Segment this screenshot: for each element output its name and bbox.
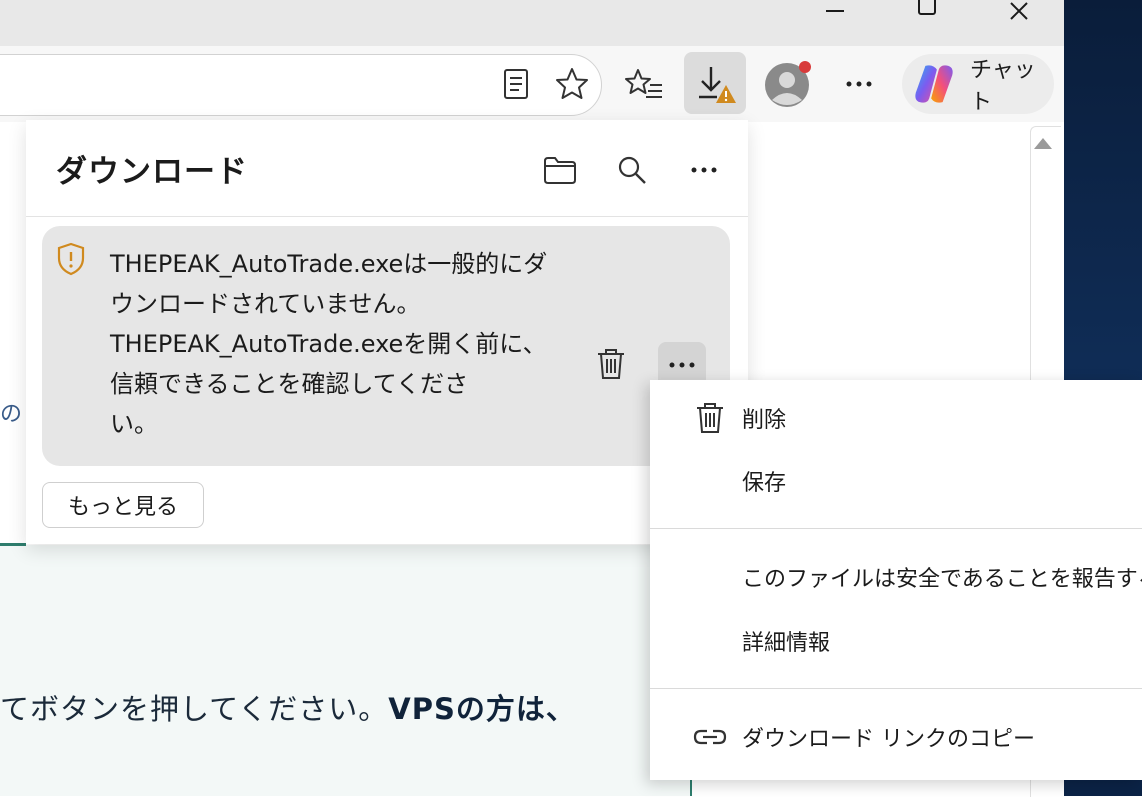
page-accent-line bbox=[0, 543, 26, 546]
minimize-button[interactable] bbox=[812, 0, 858, 22]
menu-item-delete[interactable]: 削除 bbox=[650, 390, 1142, 446]
downloads-title: ダウンロード bbox=[56, 154, 248, 190]
warning-line: い。 bbox=[110, 410, 158, 438]
profile-icon bbox=[765, 61, 811, 107]
search-icon bbox=[618, 156, 646, 184]
favorites-button[interactable] bbox=[620, 62, 668, 106]
trash-icon bbox=[598, 349, 624, 379]
downloads-panel: ダウンロード THEPEAK_AutoTrade.exeは一般的にダ ウンロード… bbox=[26, 120, 748, 544]
download-context-menu: 削除 保存 このファイルは安全であることを報告する 詳細情報 ダウンロード リン… bbox=[650, 380, 1142, 780]
close-button[interactable] bbox=[996, 0, 1042, 22]
downloads-more-button[interactable] bbox=[684, 150, 724, 190]
menu-item-report-safe[interactable]: このファイルは安全であることを報告する bbox=[650, 549, 1142, 605]
downloads-button[interactable] bbox=[684, 52, 746, 114]
page-text-bold: VPSの方は、 bbox=[388, 692, 576, 726]
minimize-icon bbox=[826, 10, 844, 12]
menu-item-label: 削除 bbox=[742, 408, 787, 433]
warning-line: THEPEAK_AutoTrade.exeは一般的にダ bbox=[110, 250, 548, 278]
search-downloads-button[interactable] bbox=[612, 150, 652, 190]
more-icon bbox=[846, 81, 872, 87]
menu-item-label: ダウンロード リンクのコピー bbox=[742, 727, 1035, 752]
more-icon bbox=[669, 362, 695, 368]
reading-view-button[interactable] bbox=[496, 62, 536, 106]
favorite-star-icon bbox=[556, 68, 588, 99]
warning-message: THEPEAK_AutoTrade.exeは一般的にダ ウンロードされていません… bbox=[110, 244, 590, 444]
folder-icon bbox=[544, 157, 576, 184]
shield-warning-icon bbox=[56, 242, 86, 280]
menu-item-copy-link[interactable]: ダウンロード リンクのコピー bbox=[650, 709, 1142, 765]
download-warning-card[interactable]: THEPEAK_AutoTrade.exeは一般的にダ ウンロードされていません… bbox=[42, 226, 730, 466]
maximize-button[interactable] bbox=[904, 0, 950, 22]
page-content-band bbox=[0, 545, 690, 796]
menu-divider bbox=[650, 528, 1142, 529]
menu-item-label: このファイルは安全であることを報告する bbox=[742, 567, 1142, 592]
page-text-normal: てボタンを押してください。 bbox=[0, 692, 389, 726]
browser-toolbar: チャット bbox=[0, 46, 1064, 122]
close-icon bbox=[1010, 2, 1028, 20]
warning-line: ウンロードされていません。 bbox=[110, 290, 421, 318]
delete-download-button[interactable] bbox=[590, 342, 632, 386]
reading-view-icon bbox=[504, 69, 528, 99]
more-icon bbox=[691, 167, 717, 173]
scroll-up-arrow-icon[interactable] bbox=[1034, 138, 1052, 149]
warning-line: THEPEAK_AutoTrade.exeを開く前に、 bbox=[110, 330, 547, 358]
page-instruction-text: てボタンを押してください。VPSの方は、 bbox=[0, 686, 576, 728]
open-folder-button[interactable] bbox=[540, 150, 580, 190]
link-icon bbox=[692, 719, 728, 755]
chat-label: チャット bbox=[970, 58, 1036, 115]
warning-line: 信頼できることを確認してくださ bbox=[110, 370, 469, 398]
header-divider bbox=[26, 216, 748, 217]
download-warning-icon bbox=[699, 67, 736, 103]
add-favorite-button[interactable] bbox=[550, 62, 594, 106]
menu-item-label: 詳細情報 bbox=[742, 631, 831, 656]
copilot-icon bbox=[915, 65, 953, 103]
menu-divider bbox=[650, 688, 1142, 689]
menu-item-save[interactable]: 保存 bbox=[650, 453, 1142, 509]
favorites-list-icon bbox=[625, 69, 662, 98]
trash-icon bbox=[692, 400, 728, 436]
more-menu-button[interactable] bbox=[836, 64, 882, 104]
menu-item-label: 保存 bbox=[742, 471, 787, 496]
menu-item-details[interactable]: 詳細情報 bbox=[650, 613, 1142, 669]
profile-button[interactable] bbox=[762, 58, 814, 110]
maximize-icon bbox=[918, 0, 936, 15]
see-more-button[interactable]: もっと見る bbox=[42, 482, 204, 528]
title-bar bbox=[0, 0, 1064, 46]
copilot-chat-button[interactable]: チャット bbox=[902, 54, 1054, 115]
